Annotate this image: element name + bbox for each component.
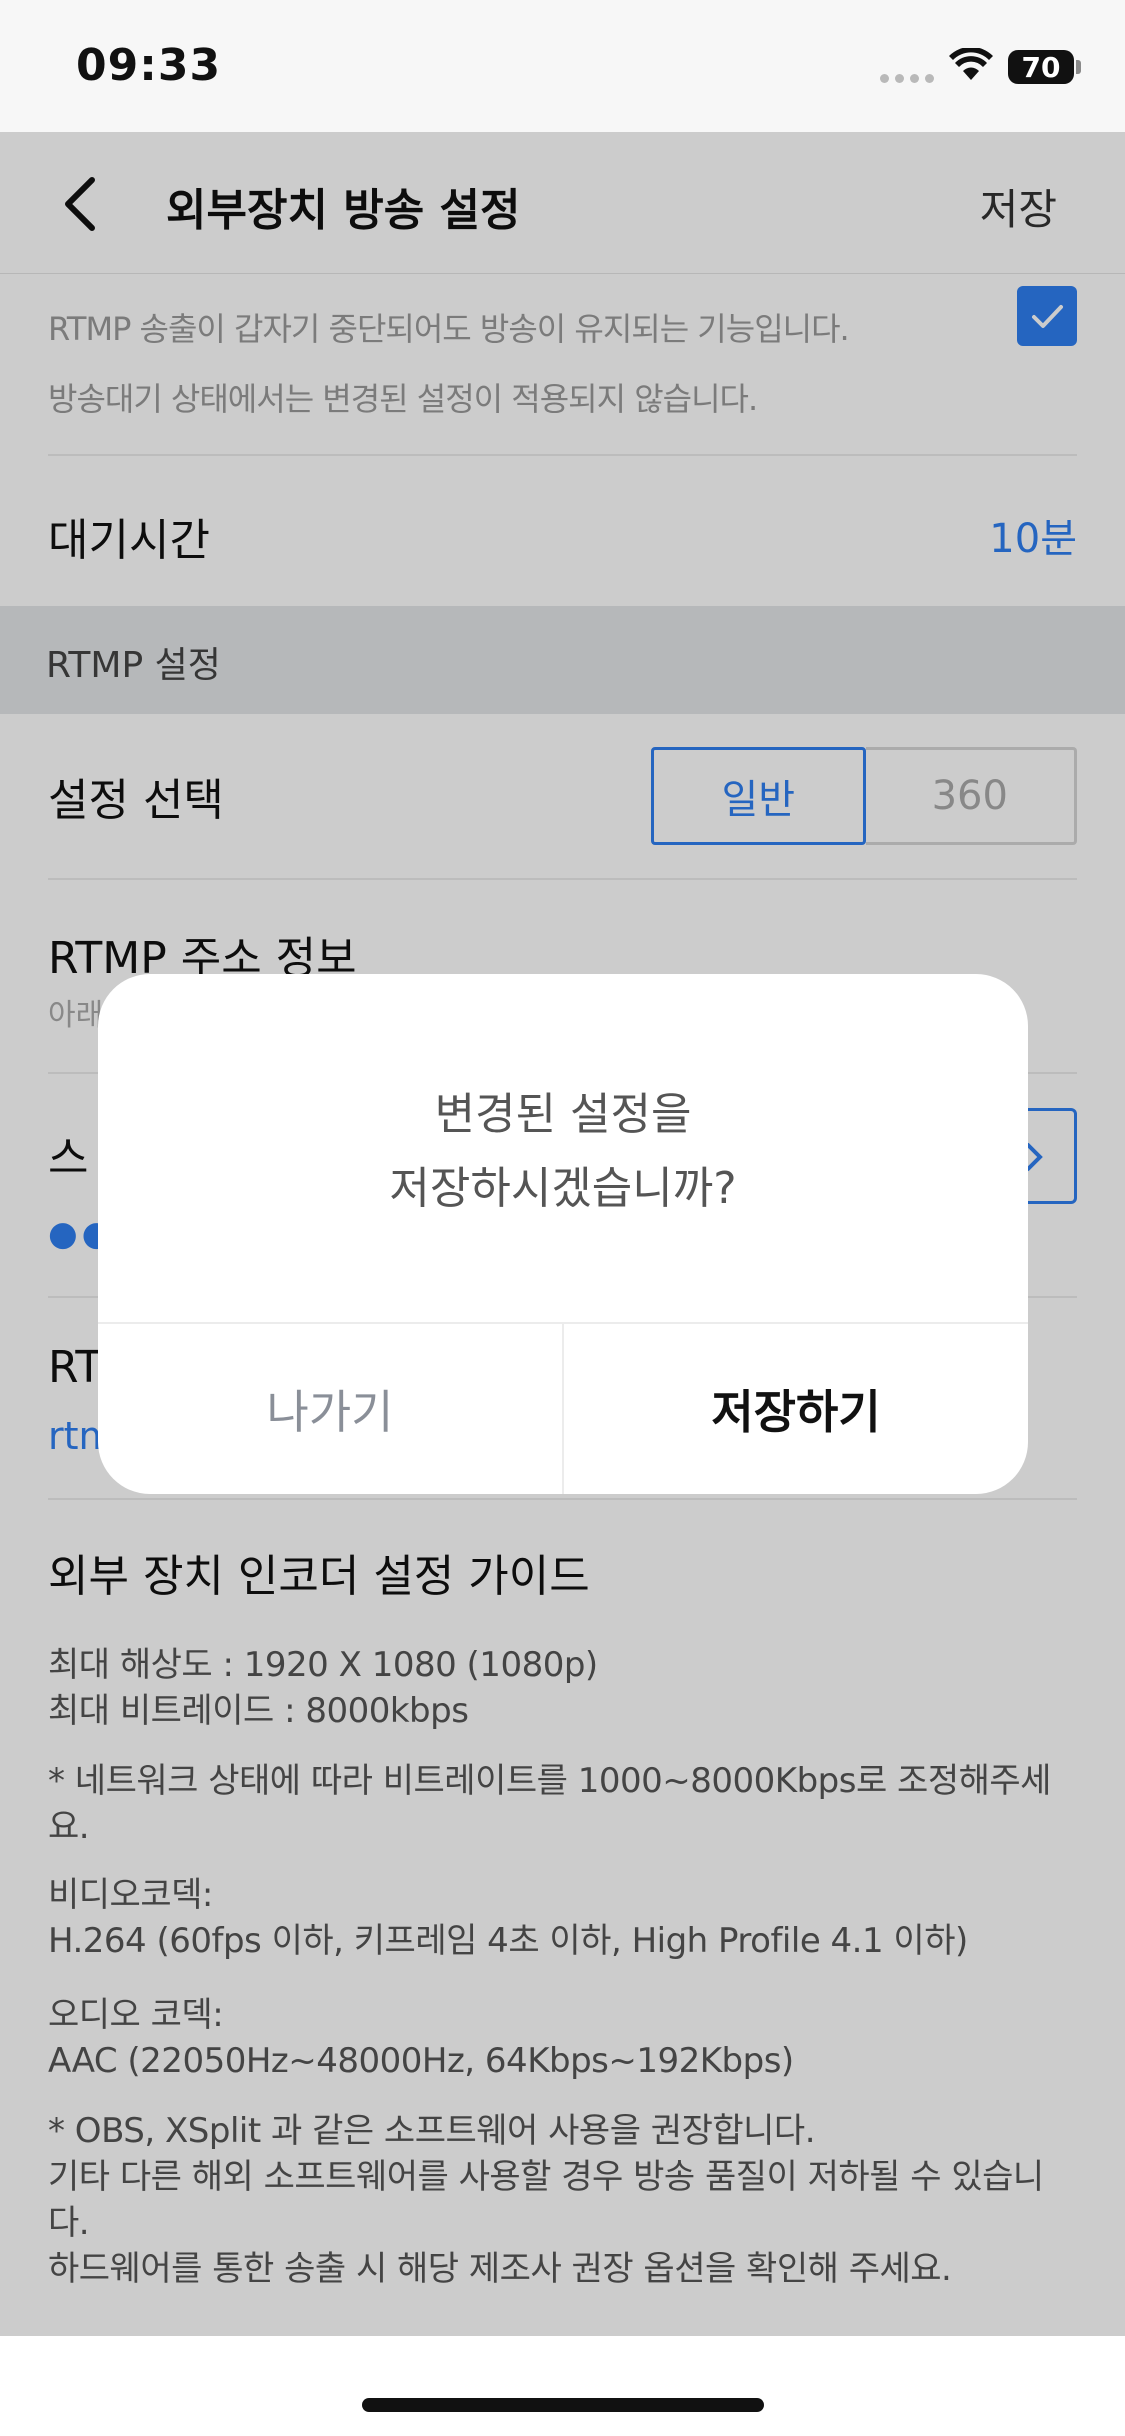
battery-tip <box>1076 60 1081 74</box>
battery-level: 70 <box>1021 50 1061 84</box>
home-indicator-area <box>0 2336 1125 2436</box>
wifi-icon <box>949 48 993 80</box>
status-bar: 09:33 70 <box>0 0 1125 132</box>
dialog-message: 변경된 설정을 저장하시겠습니까? <box>98 1078 1028 1226</box>
dialog-message-line-2: 저장하시겠습니까? <box>389 1163 737 1214</box>
cellular-signal-icon <box>880 74 934 83</box>
battery-icon: 70 <box>1008 50 1074 84</box>
exit-button[interactable]: 나가기 <box>98 1324 562 1494</box>
confirm-save-dialog: 변경된 설정을 저장하시겠습니까? 나가기 저장하기 <box>98 974 1028 1494</box>
dialog-message-line-1: 변경된 설정을 <box>434 1089 692 1140</box>
status-time: 09:33 <box>76 40 222 91</box>
home-indicator[interactable] <box>362 2398 764 2412</box>
confirm-save-button[interactable]: 저장하기 <box>564 1324 1028 1494</box>
